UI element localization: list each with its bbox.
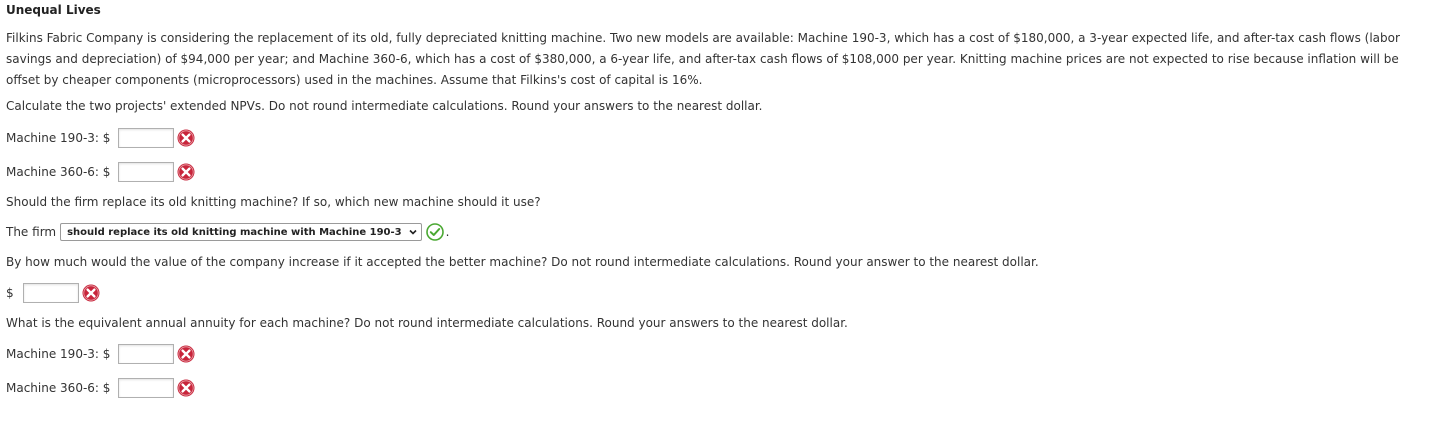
q4-machine-360-6-label: Machine 360-6: $ — [6, 381, 111, 395]
q2-selected-option: should replace its old knitting machine … — [67, 226, 402, 238]
q3-row: $ — [6, 283, 100, 303]
q4-row-machine-190-3: Machine 190-3: $ — [6, 344, 195, 364]
question-page: Unequal Lives Filkins Fabric Company is … — [0, 0, 1448, 426]
q1-machine-190-3-label: Machine 190-3: $ — [6, 131, 111, 145]
problem-statement: Filkins Fabric Company is considering th… — [6, 31, 1400, 87]
q2-answer-select[interactable]: should replace its old knitting machine … — [60, 223, 422, 241]
q4-row-machine-360-6: Machine 360-6: $ — [6, 378, 195, 398]
q1-machine-360-6-label: Machine 360-6: $ — [6, 165, 111, 179]
q4-machine-360-6-input[interactable] — [118, 378, 175, 398]
q2-row: The firm should replace its old knitting… — [6, 223, 449, 241]
q1-machine-190-3-input[interactable] — [118, 128, 175, 148]
q1-instruction: Calculate the two projects' extended NPV… — [6, 99, 763, 113]
incorrect-x-icon — [177, 129, 195, 147]
q1-machine-360-6-input[interactable] — [118, 162, 175, 182]
question-title: Unequal Lives — [6, 3, 101, 17]
incorrect-x-icon — [177, 163, 195, 181]
q3-value-input[interactable] — [22, 283, 79, 303]
q2-question: Should the firm replace its old knitting… — [6, 195, 541, 209]
q3-currency-label: $ — [6, 286, 14, 300]
incorrect-x-icon — [177, 379, 195, 397]
q2-suffix: . — [445, 225, 450, 239]
q1-row-machine-360-6: Machine 360-6: $ — [6, 162, 195, 182]
chevron-down-icon — [409, 229, 417, 235]
q4-question: What is the equivalent annual annuity fo… — [6, 316, 848, 330]
q2-prefix: The firm — [6, 225, 57, 239]
incorrect-x-icon — [82, 284, 100, 302]
q4-machine-190-3-input[interactable] — [118, 344, 175, 364]
incorrect-x-icon — [177, 345, 195, 363]
q3-question: By how much would the value of the compa… — [6, 255, 1039, 269]
q4-machine-190-3-label: Machine 190-3: $ — [6, 347, 111, 361]
correct-check-icon — [425, 223, 444, 241]
q1-row-machine-190-3: Machine 190-3: $ — [6, 128, 195, 148]
